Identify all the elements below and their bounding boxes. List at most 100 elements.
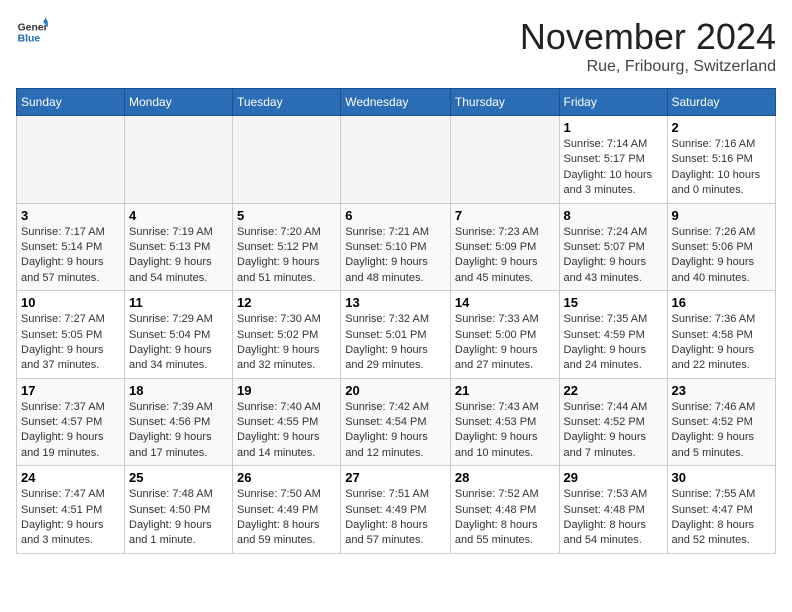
header: General Blue November 2024 Rue, Fribourg… <box>16 16 776 76</box>
day-info: Sunrise: 7:20 AM Sunset: 5:12 PM Dayligh… <box>237 225 336 287</box>
calendar-cell: 27Sunrise: 7:51 AM Sunset: 4:49 PM Dayli… <box>341 466 451 554</box>
day-number: 2 <box>672 120 772 135</box>
calendar-cell: 28 Sunrise: 7:52 AM Sunset: 4:48 PM Dayli… <box>450 466 559 554</box>
calendar-cell: 21 Sunrise: 7:43 AM Sunset: 4:53 PM Dayli… <box>450 378 559 466</box>
calendar-cell: 2 Sunrise: 7:16 AM Sunset: 5:16 PM Daylig… <box>667 116 776 204</box>
day-number: 21 <box>455 383 555 398</box>
day-info: Sunrise: 7:44 AM Sunset: 4:52 PM Dayligh… <box>564 400 663 462</box>
calendar-cell <box>341 116 451 204</box>
logo-icon: General Blue <box>16 16 48 48</box>
day-info: Sunrise: 7:51 AM Sunset: 4:49 PM Dayligh… <box>345 487 446 549</box>
calendar-cell <box>17 116 125 204</box>
day-info: Sunrise: 7:55 AM Sunset: 4:47 PM Dayligh… <box>672 487 772 549</box>
day-info: Sunrise: 7:46 AM Sunset: 4:52 PM Dayligh… <box>672 400 772 462</box>
day-info: Sunrise: 7:39 AM Sunset: 4:56 PM Dayligh… <box>129 400 228 462</box>
day-info: Sunrise: 7:50 AM Sunset: 4:49 PM Dayligh… <box>237 487 336 549</box>
calendar-cell: 8 Sunrise: 7:24 AM Sunset: 5:07 PM Daylig… <box>559 203 667 291</box>
day-info: Sunrise: 7:14 AM Sunset: 5:17 PM Dayligh… <box>564 137 663 199</box>
day-info: Sunrise: 7:30 AM Sunset: 5:02 PM Dayligh… <box>237 312 336 374</box>
day-number: 25 <box>129 470 228 485</box>
calendar-cell: 10 Sunrise: 7:27 AM Sunset: 5:05 PM Dayli… <box>17 291 125 379</box>
day-info: Sunrise: 7:43 AM Sunset: 4:53 PM Dayligh… <box>455 400 555 462</box>
day-of-week-header: Saturday <box>667 89 776 116</box>
logo: General Blue <box>16 16 48 48</box>
day-number: 28 <box>455 470 555 485</box>
day-info: Sunrise: 7:19 AM Sunset: 5:13 PM Dayligh… <box>129 225 228 287</box>
day-of-week-header: Monday <box>125 89 233 116</box>
calendar-cell: 26 Sunrise: 7:50 AM Sunset: 4:49 PM Dayli… <box>233 466 341 554</box>
calendar-cell: 11 Sunrise: 7:29 AM Sunset: 5:04 PM Dayli… <box>125 291 233 379</box>
calendar-week-row: 3 Sunrise: 7:17 AM Sunset: 5:14 PM Daylig… <box>17 203 776 291</box>
calendar-cell <box>125 116 233 204</box>
day-number: 14 <box>455 295 555 310</box>
day-number: 1 <box>564 120 663 135</box>
day-number: 10 <box>21 295 120 310</box>
svg-text:Blue: Blue <box>18 34 41 45</box>
calendar-cell: 30 Sunrise: 7:55 AM Sunset: 4:47 PM Dayli… <box>667 466 776 554</box>
location-title: Rue, Fribourg, Switzerland <box>520 58 776 76</box>
calendar-cell: 19Sunrise: 7:40 AM Sunset: 4:55 PM Dayli… <box>233 378 341 466</box>
day-number: 24 <box>21 470 120 485</box>
title-area: November 2024 Rue, Fribourg, Switzerland <box>520 16 776 76</box>
calendar-cell: 15Sunrise: 7:35 AM Sunset: 4:59 PM Dayli… <box>559 291 667 379</box>
day-info: Sunrise: 7:32 AM Sunset: 5:01 PM Dayligh… <box>345 312 446 374</box>
calendar-week-row: 24 Sunrise: 7:47 AM Sunset: 4:51 PM Dayli… <box>17 466 776 554</box>
day-number: 17 <box>21 383 120 398</box>
calendar-cell: 29 Sunrise: 7:53 AM Sunset: 4:48 PM Dayli… <box>559 466 667 554</box>
day-number: 7 <box>455 208 555 223</box>
calendar-cell: 14Sunrise: 7:33 AM Sunset: 5:00 PM Dayli… <box>450 291 559 379</box>
calendar: SundayMondayTuesdayWednesdayThursdayFrid… <box>16 88 776 554</box>
day-of-week-header: Tuesday <box>233 89 341 116</box>
calendar-cell: 24 Sunrise: 7:47 AM Sunset: 4:51 PM Dayli… <box>17 466 125 554</box>
calendar-header-row: SundayMondayTuesdayWednesdayThursdayFrid… <box>17 89 776 116</box>
day-number: 15 <box>564 295 663 310</box>
day-info: Sunrise: 7:37 AM Sunset: 4:57 PM Dayligh… <box>21 400 120 462</box>
day-of-week-header: Friday <box>559 89 667 116</box>
day-number: 30 <box>672 470 772 485</box>
calendar-cell: 5 Sunrise: 7:20 AM Sunset: 5:12 PM Daylig… <box>233 203 341 291</box>
calendar-cell: 4 Sunrise: 7:19 AM Sunset: 5:13 PM Daylig… <box>125 203 233 291</box>
day-number: 8 <box>564 208 663 223</box>
calendar-cell: 13Sunrise: 7:32 AM Sunset: 5:01 PM Dayli… <box>341 291 451 379</box>
day-number: 29 <box>564 470 663 485</box>
day-info: Sunrise: 7:23 AM Sunset: 5:09 PM Dayligh… <box>455 225 555 287</box>
calendar-cell: 18 Sunrise: 7:39 AM Sunset: 4:56 PM Dayli… <box>125 378 233 466</box>
day-number: 4 <box>129 208 228 223</box>
calendar-cell: 7 Sunrise: 7:23 AM Sunset: 5:09 PM Daylig… <box>450 203 559 291</box>
day-info: Sunrise: 7:53 AM Sunset: 4:48 PM Dayligh… <box>564 487 663 549</box>
calendar-week-row: 1 Sunrise: 7:14 AM Sunset: 5:17 PM Daylig… <box>17 116 776 204</box>
day-info: Sunrise: 7:21 AM Sunset: 5:10 PM Dayligh… <box>345 225 446 287</box>
day-number: 11 <box>129 295 228 310</box>
day-number: 5 <box>237 208 336 223</box>
day-info: Sunrise: 7:17 AM Sunset: 5:14 PM Dayligh… <box>21 225 120 287</box>
day-info: Sunrise: 7:29 AM Sunset: 5:04 PM Dayligh… <box>129 312 228 374</box>
calendar-cell: 3 Sunrise: 7:17 AM Sunset: 5:14 PM Daylig… <box>17 203 125 291</box>
day-number: 6 <box>345 208 446 223</box>
calendar-cell: 1 Sunrise: 7:14 AM Sunset: 5:17 PM Daylig… <box>559 116 667 204</box>
day-info: Sunrise: 7:47 AM Sunset: 4:51 PM Dayligh… <box>21 487 120 549</box>
day-of-week-header: Sunday <box>17 89 125 116</box>
day-number: 3 <box>21 208 120 223</box>
day-number: 16 <box>672 295 772 310</box>
calendar-cell: 12Sunrise: 7:30 AM Sunset: 5:02 PM Dayli… <box>233 291 341 379</box>
day-info: Sunrise: 7:52 AM Sunset: 4:48 PM Dayligh… <box>455 487 555 549</box>
day-info: Sunrise: 7:16 AM Sunset: 5:16 PM Dayligh… <box>672 137 772 199</box>
calendar-cell <box>233 116 341 204</box>
day-number: 20 <box>345 383 446 398</box>
svg-text:General: General <box>18 22 48 33</box>
calendar-cell: 23 Sunrise: 7:46 AM Sunset: 4:52 PM Dayli… <box>667 378 776 466</box>
calendar-cell: 25 Sunrise: 7:48 AM Sunset: 4:50 PM Dayli… <box>125 466 233 554</box>
day-info: Sunrise: 7:36 AM Sunset: 4:58 PM Dayligh… <box>672 312 772 374</box>
day-info: Sunrise: 7:40 AM Sunset: 4:55 PM Dayligh… <box>237 400 336 462</box>
day-number: 26 <box>237 470 336 485</box>
day-info: Sunrise: 7:48 AM Sunset: 4:50 PM Dayligh… <box>129 487 228 549</box>
day-info: Sunrise: 7:26 AM Sunset: 5:06 PM Dayligh… <box>672 225 772 287</box>
day-number: 23 <box>672 383 772 398</box>
day-info: Sunrise: 7:24 AM Sunset: 5:07 PM Dayligh… <box>564 225 663 287</box>
calendar-cell: 16 Sunrise: 7:36 AM Sunset: 4:58 PM Dayli… <box>667 291 776 379</box>
day-of-week-header: Wednesday <box>341 89 451 116</box>
day-info: Sunrise: 7:27 AM Sunset: 5:05 PM Dayligh… <box>21 312 120 374</box>
calendar-cell: 22Sunrise: 7:44 AM Sunset: 4:52 PM Dayli… <box>559 378 667 466</box>
day-number: 18 <box>129 383 228 398</box>
calendar-cell: 6 Sunrise: 7:21 AM Sunset: 5:10 PM Daylig… <box>341 203 451 291</box>
